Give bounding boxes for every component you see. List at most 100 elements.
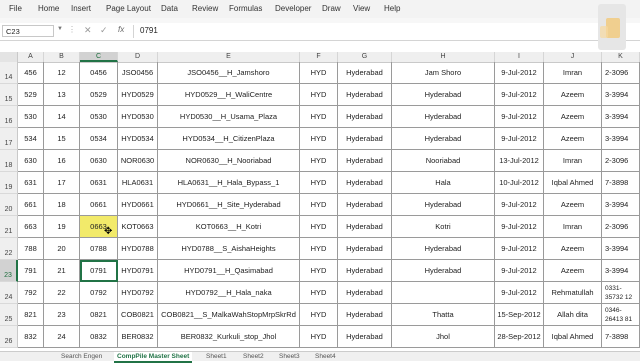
cell-g[interactable]: Hyderabad (338, 216, 392, 238)
cell-f[interactable]: HYD (300, 304, 338, 326)
cell-e[interactable]: BER0832_Kurkuli_stop_Jhol (158, 326, 300, 348)
tab-file[interactable]: File (9, 4, 22, 13)
row-header[interactable]: 16 (0, 106, 18, 128)
cell-i[interactable]: 9-Jul-2012 (495, 84, 544, 106)
row-header[interactable]: 19 (0, 172, 18, 194)
cell-a[interactable]: 788 (18, 238, 44, 260)
cell-g[interactable]: Hyderabad (338, 304, 392, 326)
cell-d[interactable]: HYD0788 (118, 238, 158, 260)
cell-k[interactable]: 2-3096 (602, 62, 640, 84)
cell-f[interactable]: HYD (300, 62, 338, 84)
cell-i[interactable]: 13-Jul-2012 (495, 150, 544, 172)
cell-b[interactable]: 23 (44, 304, 80, 326)
cell-f[interactable]: HYD (300, 150, 338, 172)
cell-b[interactable]: 17 (44, 172, 80, 194)
cell-k[interactable]: 7-3898 (602, 326, 640, 348)
cell-a[interactable]: 530 (18, 106, 44, 128)
cell-c[interactable]: 0530 (80, 106, 118, 128)
cell-a[interactable]: 791 (18, 260, 44, 282)
cell-c[interactable]: 0534 (80, 128, 118, 150)
cell-a[interactable]: 661 (18, 194, 44, 216)
row-header[interactable]: 20 (0, 194, 18, 216)
cell-b[interactable]: 20 (44, 238, 80, 260)
cell-c[interactable]: 0631 (80, 172, 118, 194)
cell-j[interactable]: Imran (544, 150, 602, 172)
cell-c[interactable]: 0456 (80, 62, 118, 84)
cell-g[interactable]: Hyderabad (338, 106, 392, 128)
cell-d[interactable]: HYD0534 (118, 128, 158, 150)
cell-h[interactable]: Nooriabad (392, 150, 495, 172)
cell-i[interactable]: 9-Jul-2012 (495, 62, 544, 84)
cell-i[interactable]: 9-Jul-2012 (495, 238, 544, 260)
cell-e[interactable]: KOT0663__H_Kotri (158, 216, 300, 238)
cell-i[interactable]: 28-Sep-2012 (495, 326, 544, 348)
enter-check-icon[interactable]: ✓ (100, 25, 108, 36)
cell-g[interactable]: Hyderabad (338, 238, 392, 260)
row-header[interactable]: 21 (0, 216, 18, 238)
cell-h[interactable]: Hyderabad (392, 238, 495, 260)
cell-g[interactable]: Hyderabad (338, 282, 392, 304)
cell-f[interactable]: HYD (300, 172, 338, 194)
cell-g[interactable]: Hyderabad (338, 128, 392, 150)
tab-help[interactable]: Help (384, 4, 400, 13)
cell-a[interactable]: 630 (18, 150, 44, 172)
cell-b[interactable]: 15 (44, 128, 80, 150)
cell-a[interactable]: 663 (18, 216, 44, 238)
cell-d[interactable]: HYD0661 (118, 194, 158, 216)
cell-e[interactable]: HLA0631__H_Hala_Bypass_1 (158, 172, 300, 194)
cell-f[interactable]: HYD (300, 282, 338, 304)
cell-d[interactable]: HYD0791 (118, 260, 158, 282)
column-header-k[interactable]: K (602, 52, 640, 62)
cell-a[interactable]: 792 (18, 282, 44, 304)
cell-f[interactable]: HYD (300, 260, 338, 282)
cell-e[interactable]: COB0821__S_MalkaWahStopMrpSkrRd (158, 304, 300, 326)
cell-a[interactable]: 832 (18, 326, 44, 348)
cell-h[interactable]: Hala (392, 172, 495, 194)
tab-formulas[interactable]: Formulas (229, 4, 262, 13)
cell-g[interactable]: Hyderabad (338, 260, 392, 282)
cell-b[interactable]: 24 (44, 326, 80, 348)
function-fx-icon[interactable]: fx (118, 25, 124, 34)
column-header-h[interactable]: H (392, 52, 495, 62)
row-header[interactable]: 18 (0, 150, 18, 172)
cell-h[interactable]: Jhol (392, 326, 495, 348)
cell-j[interactable]: Allah dita (544, 304, 602, 326)
cell-i[interactable]: 9-Jul-2012 (495, 216, 544, 238)
cell-k[interactable]: 3-3994 (602, 194, 640, 216)
cell-g[interactable]: Hyderabad (338, 62, 392, 84)
cell-k[interactable]: 3-3994 (602, 128, 640, 150)
cell-a[interactable]: 529 (18, 84, 44, 106)
row-header[interactable]: 17 (0, 128, 18, 150)
cell-j[interactable]: Azeem (544, 260, 602, 282)
cell-b[interactable]: 21 (44, 260, 80, 282)
cell-c[interactable]: 0529 (80, 84, 118, 106)
cell-k[interactable]: 0331-35732 12 (602, 282, 640, 304)
cell-b[interactable]: 12 (44, 62, 80, 84)
cell-d[interactable]: HYD0530 (118, 106, 158, 128)
active-cell[interactable]: 0791 (80, 260, 118, 282)
cell-k[interactable]: 3-3994 (602, 260, 640, 282)
formula-input[interactable]: 0791 (140, 26, 158, 35)
cell-c[interactable]: 0821 (80, 304, 118, 326)
cell-k[interactable]: 3-3994 (602, 84, 640, 106)
cell-k[interactable]: 7-3898 (602, 172, 640, 194)
cancel-x-icon[interactable]: ✕ (84, 25, 92, 36)
cell-j[interactable]: Imran (544, 216, 602, 238)
cell-c[interactable]: 0788 (80, 238, 118, 260)
cell-b[interactable]: 13 (44, 84, 80, 106)
cell-f[interactable]: HYD (300, 326, 338, 348)
cell-h[interactable]: Hyderabad (392, 128, 495, 150)
column-header-i[interactable]: I (495, 52, 544, 62)
name-box-dropdown-icon[interactable]: ▼ (57, 26, 63, 32)
cell-e[interactable]: HYD0530__H_Usama_Plaza (158, 106, 300, 128)
cell-k[interactable]: 0346-26413 81 (602, 304, 640, 326)
cell-i[interactable]: 9-Jul-2012 (495, 128, 544, 150)
row-header[interactable]: 14 (0, 62, 18, 84)
cell-g[interactable]: Hyderabad (338, 172, 392, 194)
cell-i[interactable]: 15-Sep-2012 (495, 304, 544, 326)
cell-e[interactable]: HYD0788__S_AishaHeights (158, 238, 300, 260)
cell-g[interactable]: Hyderabad (338, 326, 392, 348)
cell-e[interactable]: HYD0791__H_Qasimabad (158, 260, 300, 282)
column-header-g[interactable]: G (338, 52, 392, 62)
cell-d[interactable]: HYD0529 (118, 84, 158, 106)
